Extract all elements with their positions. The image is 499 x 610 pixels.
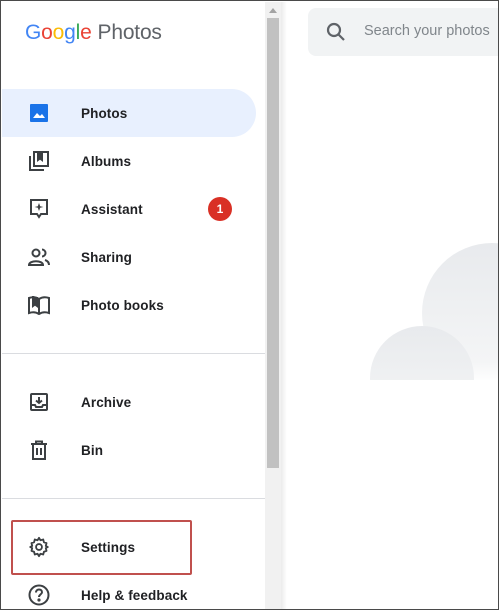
sidebar-item-label: Bin: [81, 442, 104, 458]
sidebar-item-albums[interactable]: Albums: [2, 137, 256, 185]
search-input[interactable]: Search your photos: [364, 23, 490, 39]
sidebar-item-photos[interactable]: Photos: [2, 89, 256, 137]
sidebar-item-label: Albums: [81, 153, 132, 169]
sidebar-item-help-feedback[interactable]: Help & feedback: [2, 571, 256, 609]
search-bar[interactable]: Search your photos: [308, 8, 498, 56]
sidebar-item-label: Archive: [81, 394, 132, 410]
sidebar-item-label: Assistant: [81, 201, 143, 217]
sidebar-item-label: Photo books: [81, 297, 164, 313]
logo-letter: o: [41, 21, 53, 44]
archive-icon: [27, 390, 51, 414]
main-content: Search your photos: [287, 2, 498, 609]
sidebar-scrollbar[interactable]: [265, 2, 281, 609]
sidebar-divider: [2, 498, 265, 499]
sidebar: Go o g l e Photos Photos Albums Assistant 1: [2, 2, 265, 609]
scrollbar-thumb[interactable]: [267, 18, 279, 468]
sidebar-divider: [2, 353, 265, 354]
app-window: Go o g l e Photos Photos Albums Assistant 1: [0, 0, 499, 610]
empty-state-cloud-illustration: [367, 243, 498, 388]
scroll-up-arrow-icon[interactable]: [269, 8, 277, 13]
sidebar-item-sharing[interactable]: Sharing: [2, 233, 256, 281]
sidebar-item-photo-books[interactable]: Photo books: [2, 281, 256, 329]
sidebar-item-label: Help & feedback: [81, 587, 188, 603]
help-icon: [27, 583, 51, 607]
sidebar-item-label: Sharing: [81, 249, 132, 265]
notification-badge: 1: [208, 197, 232, 221]
bin-icon: [27, 438, 51, 462]
logo-letter: g: [64, 21, 76, 44]
logo-product-name: Photos: [97, 21, 162, 44]
logo-letter: o: [52, 21, 65, 44]
albums-icon: [27, 149, 51, 173]
photo-books-icon: [27, 293, 51, 317]
sidebar-item-label: Photos: [81, 105, 128, 121]
sidebar-item-archive[interactable]: Archive: [2, 378, 256, 426]
logo-letter: e: [80, 21, 92, 44]
assistant-icon: [27, 197, 51, 221]
sidebar-item-bin[interactable]: Bin: [2, 426, 256, 474]
logo-letter: G: [25, 21, 42, 44]
sharing-icon: [27, 245, 51, 269]
photo-icon: [27, 101, 51, 125]
search-icon[interactable]: [324, 20, 348, 44]
google-photos-logo[interactable]: Go o g l e Photos: [25, 21, 162, 45]
settings-highlight-box: [11, 520, 192, 575]
sidebar-item-assistant[interactable]: Assistant 1: [2, 185, 256, 233]
